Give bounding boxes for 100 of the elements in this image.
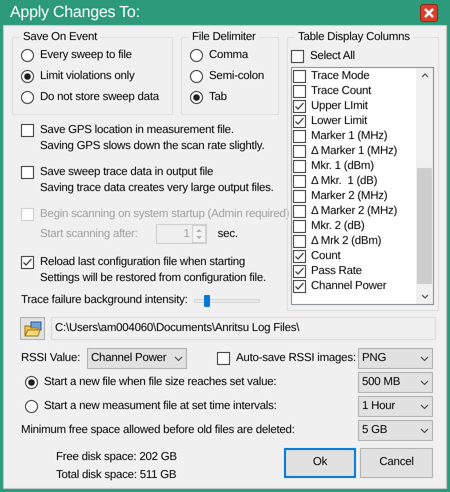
dropdown-value: 500 MB bbox=[362, 374, 400, 390]
caret-icon bbox=[174, 356, 183, 362]
min-free-space-dropdown[interactable]: 5 GB bbox=[358, 420, 433, 441]
caret-icon bbox=[420, 380, 429, 386]
checkbox[interactable] bbox=[217, 352, 230, 365]
dialog-button[interactable]: Ok bbox=[284, 448, 356, 478]
group-label: Table Display Columns bbox=[297, 30, 411, 45]
radio-button[interactable] bbox=[25, 400, 38, 413]
spinner-value: 1 bbox=[184, 227, 191, 242]
radio-label: Tab bbox=[209, 90, 227, 106]
option-note: Saving GPS slows down the scan rate slightly. bbox=[39, 139, 266, 154]
dropdown-value: PNG bbox=[362, 350, 386, 366]
rotation-dropdown[interactable]: 500 MB bbox=[358, 372, 433, 393]
radio-button[interactable] bbox=[21, 49, 34, 62]
folder-icon bbox=[24, 320, 42, 336]
auto-save-label: Auto-save RSSI images: bbox=[236, 350, 356, 366]
rotation-label: Start a new file when file size reaches set value: bbox=[44, 374, 276, 390]
column-label: Marker 1 (MHz) bbox=[311, 129, 388, 144]
scroll-up-icon[interactable] bbox=[420, 73, 428, 78]
group-label: Save On Event bbox=[22, 30, 98, 45]
option-label: Save GPS location in measurement file. bbox=[40, 123, 234, 138]
scroll-down-icon[interactable] bbox=[420, 294, 428, 300]
radio-label: Semi-colon bbox=[209, 69, 264, 84]
checkbox[interactable] bbox=[293, 115, 306, 128]
checkbox[interactable] bbox=[293, 130, 306, 144]
caret-icon bbox=[420, 404, 429, 410]
checkbox[interactable] bbox=[293, 280, 306, 294]
rssi-dropdown[interactable]: Channel Power bbox=[87, 348, 187, 369]
min-free-space-label: Minimum free space allowed before old files are deleted: bbox=[21, 422, 295, 438]
slider-thumb[interactable] bbox=[204, 294, 210, 307]
radio-button[interactable] bbox=[25, 376, 38, 389]
column-label: Mkr. 1 (dBm) bbox=[311, 159, 374, 174]
column-label: Count bbox=[311, 249, 340, 264]
checkbox[interactable] bbox=[293, 175, 306, 188]
column-label: Lower Limit bbox=[311, 114, 368, 130]
radio-button[interactable] bbox=[190, 49, 203, 62]
rotation-label: Start a new measument file at set time intervals: bbox=[44, 398, 277, 414]
checkbox[interactable] bbox=[21, 166, 34, 178]
dialog-button[interactable]: Cancel bbox=[360, 448, 433, 478]
radio-button[interactable] bbox=[190, 70, 203, 84]
column-label: Trace Mode bbox=[311, 69, 370, 84]
delay-unit: sec. bbox=[218, 227, 238, 242]
folder-path-field[interactable]: C:\Users\am004060\Documents\Anritsu Log Files\ bbox=[51, 317, 436, 340]
delay-label: Start scanning after: bbox=[40, 227, 138, 242]
dropdown-value: 5 GB bbox=[362, 422, 388, 438]
column-label: Upper LImit bbox=[311, 99, 368, 114]
column-label: Δ Marker 2 (MHz) bbox=[311, 204, 398, 220]
checkbox[interactable] bbox=[291, 50, 304, 63]
checkbox[interactable] bbox=[21, 124, 34, 136]
dropdown-value: Channel Power bbox=[91, 350, 166, 366]
checkbox[interactable] bbox=[293, 160, 306, 174]
column-label: Marker 2 (MHz) bbox=[311, 189, 388, 204]
checkbox[interactable] bbox=[21, 256, 34, 268]
column-label: Mkr. 2 (dB) bbox=[311, 219, 364, 234]
radio-label: Every sweep to file bbox=[40, 48, 132, 64]
radio-button[interactable] bbox=[21, 70, 34, 84]
format-dropdown[interactable]: PNG bbox=[358, 348, 433, 369]
column-label: Δ Marker 1 (MHz) bbox=[311, 144, 398, 160]
checkbox[interactable] bbox=[293, 100, 306, 114]
checkbox[interactable] bbox=[293, 250, 306, 264]
column-label: Pass Rate bbox=[311, 264, 362, 280]
scrollbar[interactable] bbox=[416, 68, 433, 304]
dropdown-value: 1 Hour bbox=[362, 398, 396, 414]
browse-folder-button[interactable] bbox=[20, 317, 45, 340]
checkbox[interactable] bbox=[293, 85, 306, 98]
checkbox[interactable] bbox=[293, 235, 306, 248]
checkbox[interactable] bbox=[293, 220, 306, 234]
scrollbar-thumb[interactable] bbox=[417, 168, 432, 284]
disk-space-text: Free disk space: 202 GB bbox=[56, 450, 177, 465]
checkbox[interactable] bbox=[293, 70, 306, 84]
radio-label: Do not store sweep data bbox=[40, 90, 159, 106]
caret-icon bbox=[420, 428, 429, 434]
option-note: Settings will be restored from configuration file. bbox=[39, 271, 267, 286]
close-button[interactable] bbox=[420, 4, 438, 22]
checkbox[interactable] bbox=[293, 205, 306, 218]
option-label: Save sweep trace data in output file bbox=[40, 165, 214, 180]
rotation-dropdown[interactable]: 1 Hour bbox=[358, 396, 433, 417]
intensity-slider[interactable] bbox=[194, 294, 260, 307]
intensity-label: Trace failure background intensity: bbox=[21, 293, 188, 308]
rssi-label: RSSI Value: bbox=[21, 350, 82, 366]
option-label: Reload last configuration file when starting bbox=[40, 255, 246, 270]
option-label: Begin scanning on system startup (Admin required) bbox=[40, 207, 290, 222]
column-label: Trace Count bbox=[311, 84, 372, 100]
column-label: Δ Mrk 2 (dBm) bbox=[311, 234, 382, 250]
option-note: Saving trace data creates very large output files. bbox=[39, 181, 275, 196]
close-icon bbox=[424, 8, 434, 18]
group-label: File Delimiter bbox=[191, 30, 257, 45]
checkbox[interactable] bbox=[293, 145, 306, 158]
radio-button[interactable] bbox=[190, 91, 203, 104]
checkbox[interactable] bbox=[293, 265, 306, 278]
checkbox[interactable] bbox=[293, 190, 306, 204]
select-all-label: Select All bbox=[310, 48, 355, 64]
caret-icon bbox=[420, 356, 429, 362]
disk-space-text: Total disk space: 511 GB bbox=[56, 468, 177, 483]
radio-label: Comma bbox=[209, 48, 248, 64]
column-label: Channel Power bbox=[311, 279, 386, 294]
radio-label: Limit violations only bbox=[40, 69, 134, 84]
column-label: Δ Mkr. 1 (dB) bbox=[311, 174, 378, 190]
window-title: Apply Changes To: bbox=[10, 2, 140, 22]
radio-button[interactable] bbox=[21, 91, 34, 104]
